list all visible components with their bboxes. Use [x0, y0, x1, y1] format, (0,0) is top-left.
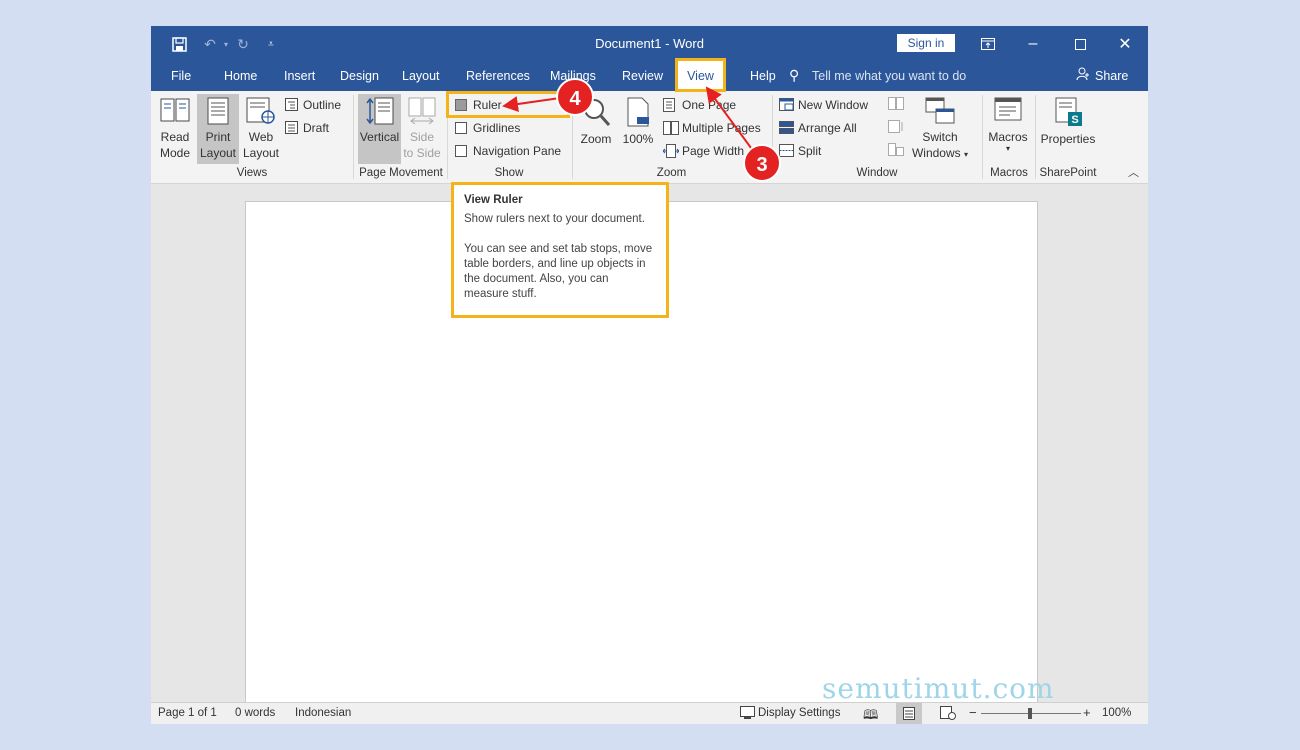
watermark-text: semutimut.com — [822, 672, 1055, 705]
arrow-to-view-tab — [705, 86, 755, 153]
arrow-to-ruler — [502, 96, 561, 112]
step-4-badge: 4 — [556, 78, 594, 116]
step-3-badge: 3 — [743, 144, 781, 182]
annotation-arrows — [502, 86, 755, 153]
